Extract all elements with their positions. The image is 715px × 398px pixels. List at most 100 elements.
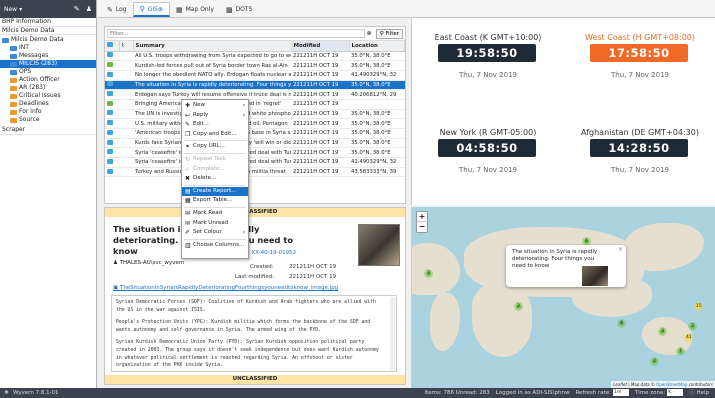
table-row[interactable]: All U.S. troops withdrawing from Syria e… (105, 51, 405, 62)
time-zone-select[interactable]: K (667, 389, 684, 396)
map-marker-cluster[interactable]: 41 (684, 333, 693, 342)
table-row[interactable]: The UN is investigating reports Turkey u… (105, 109, 405, 120)
filter-button[interactable]: ⚲ Filter (375, 28, 403, 39)
folder-item[interactable]: Messages (0, 52, 96, 60)
detail-body-text[interactable]: Syrian Democratic Forces (SDF): Coalitio… (111, 295, 397, 372)
folder-item[interactable]: Milcis Demo Data (0, 36, 96, 44)
wyvern-logo-icon: ❖ (4, 390, 9, 396)
map-marker-cluster[interactable]: 3 (424, 269, 433, 278)
new-menu-button[interactable]: New (4, 6, 17, 13)
folder-icon (10, 93, 17, 99)
row-location: 35.0°N, 38.0°E (349, 80, 405, 91)
sidebar-row-bhp-information[interactable]: BHP Information (0, 18, 96, 27)
map-view[interactable]: 6 8 3 2 15 2 41 7 2 3 + − × The situation in Syri… (411, 207, 715, 388)
body-scrollbar[interactable] (390, 297, 395, 371)
row-modified: 221211H OCT 19 (291, 51, 349, 62)
map-marker-cluster[interactable]: 2 (650, 357, 659, 366)
refresh-rate-select[interactable]: 1m (613, 389, 630, 396)
clear-filter-icon[interactable]: ⊗ (365, 30, 374, 37)
bell-icon[interactable]: ♟ (86, 5, 92, 13)
sidebar-row-scraper[interactable]: Scraper (0, 126, 96, 135)
map-marker-cluster[interactable]: 8 (617, 319, 626, 328)
table-row[interactable]: Erdogan says Turkey will resume offensiv… (105, 89, 405, 100)
author: ♟ THALES-AU\svc_wyvern (113, 260, 184, 266)
table-row[interactable]: Turkey and Russia agree the fate of Kurd… (105, 167, 405, 178)
table-row[interactable]: The situation in Syria is rapidly deteri… (105, 80, 405, 91)
clock-city: East Coast (K GMT+10:00) (434, 33, 542, 42)
menu-item-mark-unread[interactable]: ✉ Mark Unread (182, 219, 248, 229)
menu-item-set-colour[interactable]: ✐ Set Colour › (182, 228, 248, 238)
table-row[interactable]: Kurds face Syrian abyss as Turkey says t… (105, 138, 405, 149)
map-marker-cluster[interactable]: 3 (658, 327, 667, 336)
item-counts: Items: 786 Unread: 283 (424, 390, 490, 396)
folder-icon (10, 45, 17, 51)
close-icon[interactable]: ⊗ (158, 6, 163, 13)
tab-gis[interactable]: ⚲ GIS ⊗ (132, 2, 170, 17)
table-row[interactable]: Syria 'ceasefire' in doubt despite US-br… (105, 157, 405, 168)
column-header-summary[interactable]: Summary (133, 41, 292, 52)
table-row[interactable]: U.S. military withdrawal from Syria to g… (105, 118, 405, 129)
menu-item-export-table[interactable]: ▦ Export Table... (182, 196, 248, 206)
clock-date: Thu, 7 Nov 2019 (611, 166, 669, 174)
folder-item[interactable]: Action Officer (0, 76, 96, 84)
folder-item[interactable]: Deadlines (0, 100, 96, 108)
menu-item-repeat-task: ↻ Repeat Task (182, 155, 248, 165)
folder-item[interactable]: OPS (0, 68, 96, 76)
menu-item-choose-columns[interactable]: ▥ Choose Columns... (182, 241, 248, 251)
help-button[interactable]: ⓘ Help (689, 388, 709, 398)
table-row[interactable]: Kurdish-led forces pull out of Syria bor… (105, 60, 405, 71)
tab-map-only[interactable]: ▦ Map Only (170, 2, 220, 17)
folder-label: MILCIS (283) (19, 60, 58, 67)
column-header-location[interactable]: Location (349, 41, 405, 52)
close-icon[interactable]: × (618, 246, 623, 253)
location-pin-icon: ⚲ (139, 5, 145, 13)
tab-dots[interactable]: ▩ DOTS (220, 2, 258, 17)
menu-item-edit[interactable]: ✎ Edit... (182, 120, 248, 130)
table-row[interactable]: Bringing American troops home will only … (105, 99, 405, 110)
reference-link[interactable]: ➤ XX-40-19-01952 (245, 250, 296, 256)
menu-item-delete[interactable]: ✖ Delete... (182, 174, 248, 184)
column-header-type[interactable] (105, 41, 120, 52)
column-header-modified[interactable]: Modified (291, 41, 350, 52)
detail-image-thumbnail[interactable] (358, 224, 400, 266)
tag-icon[interactable]: ✎ (74, 5, 80, 13)
map-marker-cluster[interactable]: 2 (514, 302, 523, 311)
menu-item-copy-and-edit[interactable]: ❐ Copy and Edit... (182, 130, 248, 140)
plus-icon: ✚ (185, 102, 191, 109)
popup-image-thumbnail[interactable] (582, 266, 608, 286)
image-attachment-link[interactable]: ▣ TheSituationinSyriaisRapidlyDeteriorat… (113, 285, 338, 291)
menu-item-new[interactable]: ✚ New › (182, 101, 248, 111)
menu-item-create-report[interactable]: ▤ Create Report... (182, 186, 248, 197)
alert-icon (107, 129, 113, 135)
map-marker-cluster[interactable]: 7 (676, 347, 685, 356)
folder-item[interactable]: Critical Issues (0, 92, 96, 100)
menu-item-label: Create Report... (193, 187, 237, 194)
folder-item[interactable]: INT (0, 44, 96, 52)
tab-log[interactable]: ✎ Log (101, 2, 133, 17)
zoom-out-button[interactable]: − (417, 222, 427, 232)
item-detail-panel: UNCLASSIFIED The situation in Syria is r… (104, 207, 406, 385)
map-marker-cluster[interactable]: 15 (694, 302, 703, 311)
menu-item-copy-url[interactable]: ⚭ Copy URL... (182, 142, 248, 152)
openstreetmap-link[interactable]: OpenStreetMap (656, 382, 687, 387)
folder-item[interactable]: For info (0, 108, 96, 116)
menu-item-reply[interactable]: ↩ Reply › (182, 111, 248, 121)
row-attachment-cell (119, 70, 133, 81)
row-modified: 221211H OCT 19 (291, 80, 349, 91)
row-location: 35.0°N, 38.0°E (349, 147, 405, 159)
folder-item[interactable]: AR (283) (0, 84, 96, 92)
column-header-attachment[interactable]: ⌇ (119, 41, 134, 52)
zoom-in-button[interactable]: + (417, 212, 427, 222)
folder-item[interactable]: MILCIS (283) (0, 60, 96, 68)
folder-item[interactable]: Source (0, 116, 96, 124)
table-row[interactable]: No longer the obedient NATO ally, Erdoga… (105, 70, 405, 81)
filter-input[interactable] (107, 29, 365, 38)
created-label: Created: (250, 264, 274, 270)
chevron-down-icon[interactable]: ▾ (19, 6, 22, 13)
map-marker-cluster[interactable]: 2 (688, 322, 697, 331)
menu-item-mark-read[interactable]: ✉ Mark Read (182, 209, 248, 219)
sidebar-row-milcis-demo-data[interactable]: Milcis Demo Data (0, 27, 96, 35)
table-row[interactable]: Syria 'ceasefire' in doubt despite US-br… (105, 147, 405, 159)
table-row[interactable]: 'American troops leaving Syria' - ending… (105, 128, 405, 139)
folder-label: Messages (19, 52, 49, 59)
